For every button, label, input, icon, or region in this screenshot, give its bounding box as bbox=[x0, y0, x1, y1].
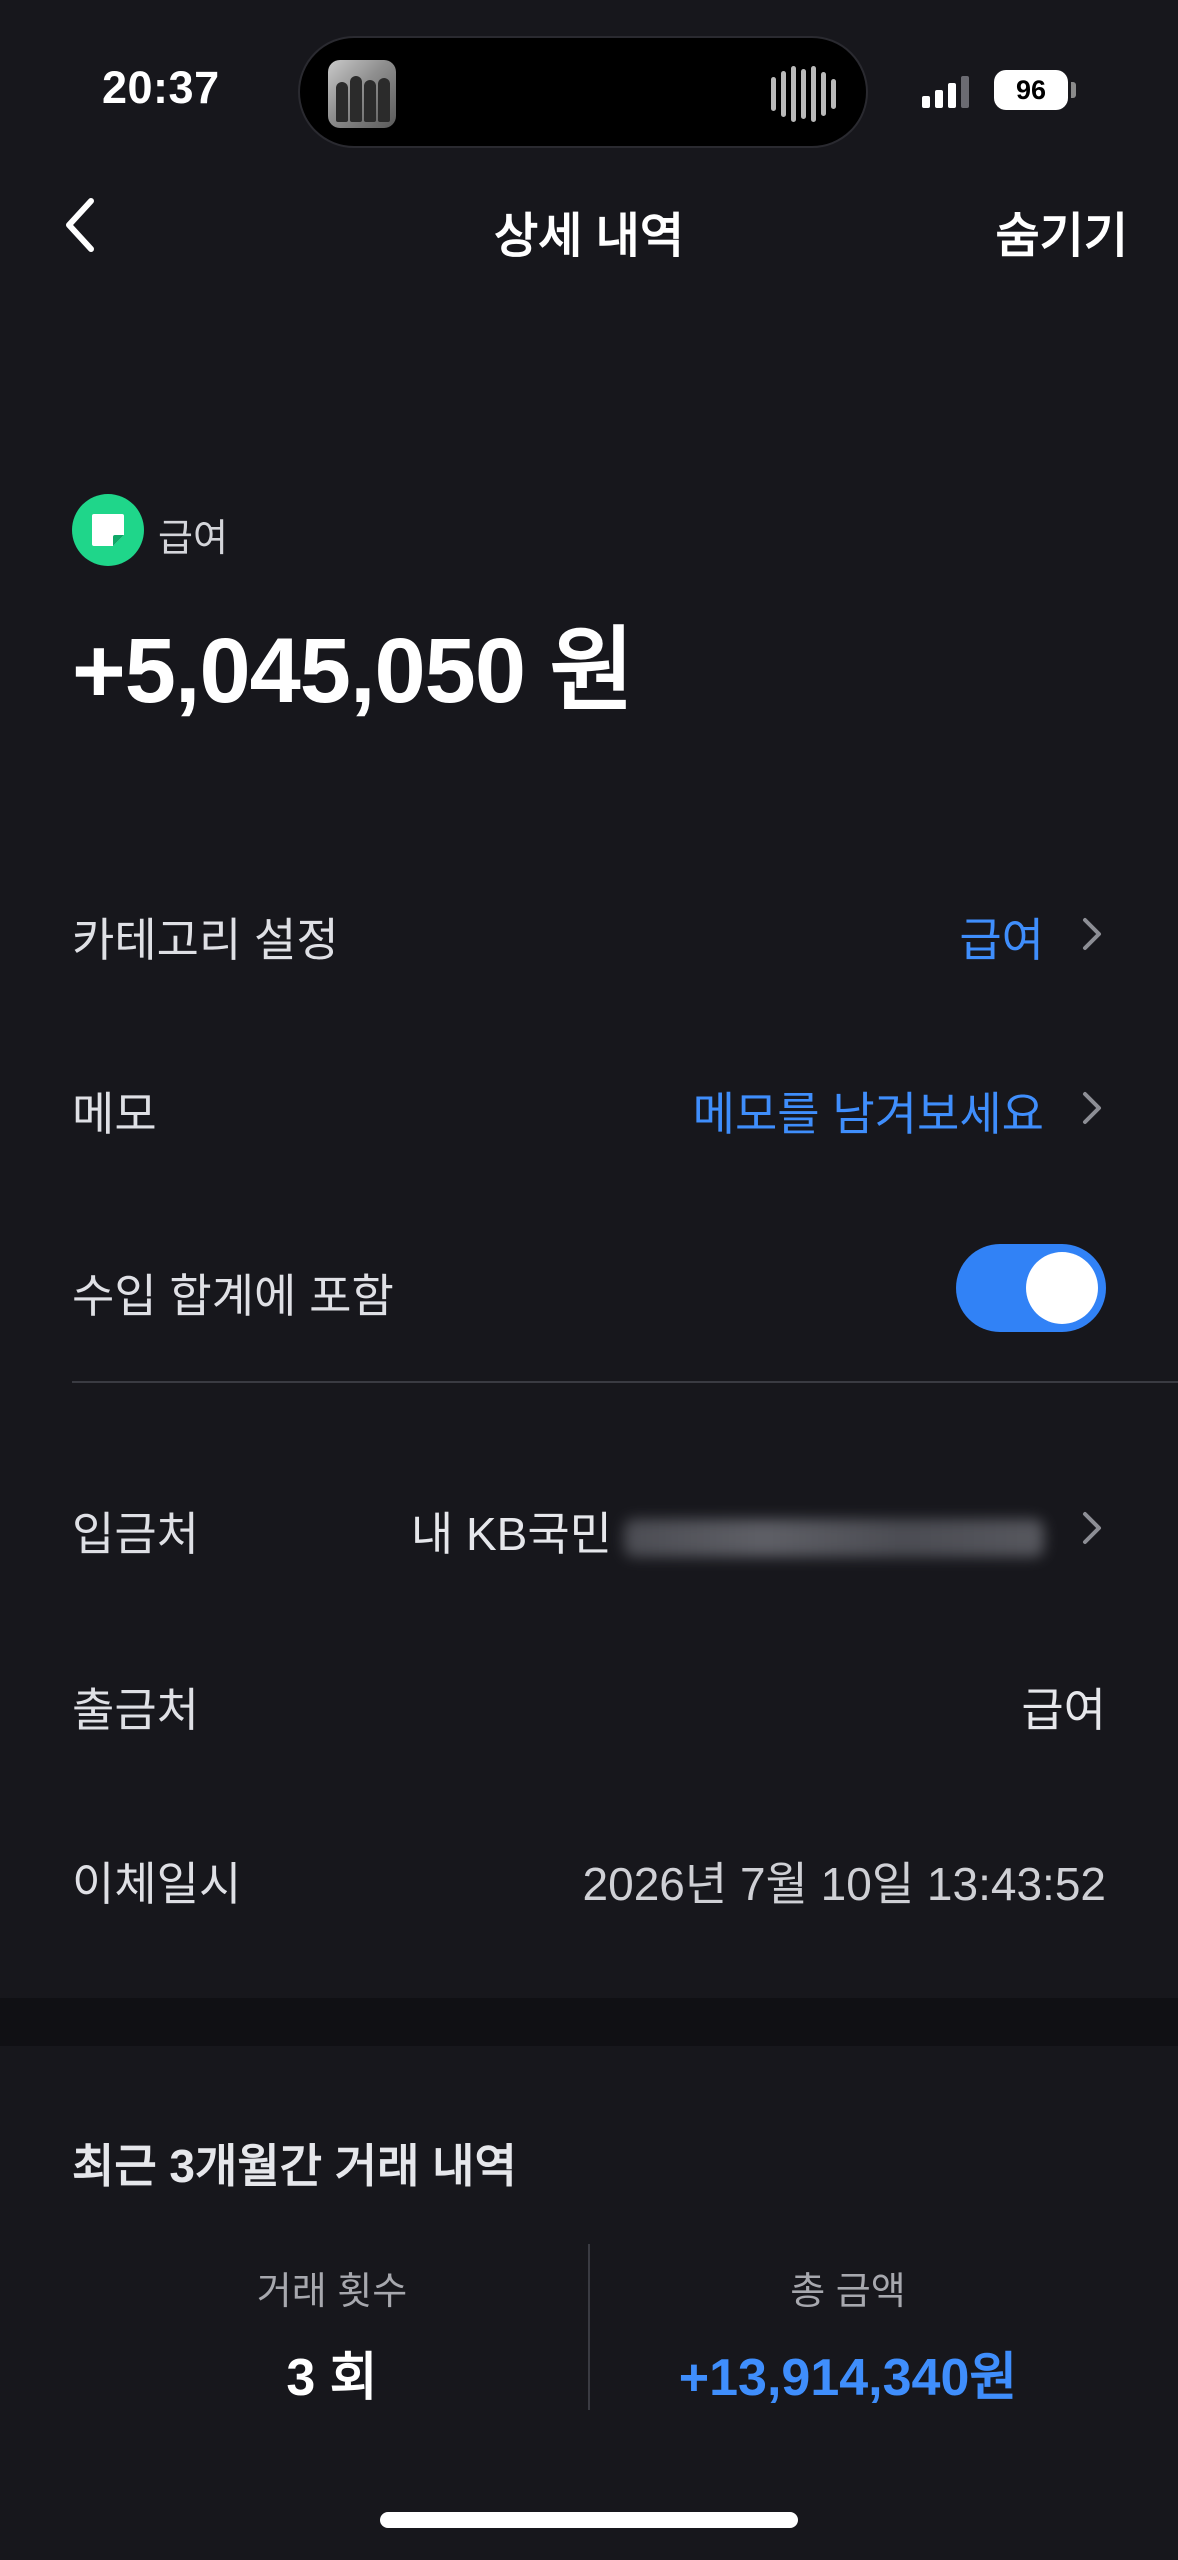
status-time: 20:37 bbox=[102, 62, 220, 113]
include-income-toggle[interactable] bbox=[956, 1244, 1106, 1332]
category-setting-row[interactable]: 카테고리 설정 급여 bbox=[72, 892, 1106, 972]
section-divider bbox=[72, 1381, 1178, 1383]
total-amount-stat: 총 금액 +13,914,340원 bbox=[588, 2260, 1108, 2410]
deposit-to-value: 내 KB국민 bbox=[410, 1508, 612, 1560]
dynamic-island[interactable] bbox=[298, 36, 868, 148]
total-amount-label: 총 금액 bbox=[790, 2271, 906, 2313]
salary-icon bbox=[72, 494, 144, 566]
transaction-amount: +5,045,050 원 bbox=[72, 620, 634, 722]
album-art-icon bbox=[328, 60, 396, 128]
toggle-knob bbox=[1026, 1252, 1098, 1324]
total-amount-value: +13,914,340원 bbox=[678, 2349, 1018, 2407]
category-label: 급여 bbox=[158, 518, 228, 560]
category-setting-label: 카테고리 설정 bbox=[72, 914, 339, 966]
memo-row[interactable]: 메모 메모를 남겨보세요 bbox=[72, 1066, 1106, 1146]
transaction-count-value: 3 회 bbox=[286, 2349, 378, 2407]
memo-label: 메모 bbox=[72, 1088, 157, 1140]
include-income-label: 수입 합계에 포함 bbox=[72, 1270, 394, 1322]
transfer-datetime-row: 이체일시 2026년 7월 10일 13:43:52 bbox=[72, 1836, 1106, 1916]
hide-button[interactable]: 숨기기 bbox=[996, 196, 1128, 266]
withdraw-from-label: 출금처 bbox=[72, 1684, 199, 1736]
battery-icon: 96 bbox=[994, 70, 1068, 110]
transaction-count-stat: 거래 횟수 3 회 bbox=[72, 2260, 592, 2410]
section-gap bbox=[0, 1998, 1178, 2046]
chevron-right-icon bbox=[1083, 918, 1101, 950]
audio-waveform-icon bbox=[771, 66, 836, 122]
blurred-account-number bbox=[624, 1518, 1044, 1557]
chevron-right-icon bbox=[1083, 1092, 1101, 1124]
category-setting-value: 급여 bbox=[959, 914, 1044, 966]
withdraw-from-value: 급여 bbox=[1021, 1684, 1106, 1736]
signal-icon bbox=[922, 76, 969, 108]
deposit-to-label: 입금처 bbox=[72, 1508, 199, 1560]
battery-tip bbox=[1071, 82, 1076, 98]
history-title: 최근 3개월간 거래 내역 bbox=[72, 2140, 517, 2192]
withdraw-from-row: 출금처 급여 bbox=[72, 1662, 1106, 1742]
transaction-count-label: 거래 횟수 bbox=[256, 2271, 408, 2313]
deposit-to-value-wrap: 내 KB국민 bbox=[411, 1498, 1044, 1564]
memo-value: 메모를 남겨보세요 bbox=[692, 1088, 1044, 1140]
home-indicator[interactable] bbox=[380, 2512, 798, 2528]
transfer-datetime-label: 이체일시 bbox=[72, 1858, 242, 1910]
transfer-datetime-value: 2026년 7월 10일 13:43:52 bbox=[582, 1858, 1106, 1910]
include-income-row: 수입 합계에 포함 bbox=[72, 1244, 1106, 1332]
chevron-right-icon bbox=[1083, 1512, 1101, 1544]
deposit-to-row[interactable]: 입금처 내 KB국민 bbox=[72, 1486, 1106, 1566]
